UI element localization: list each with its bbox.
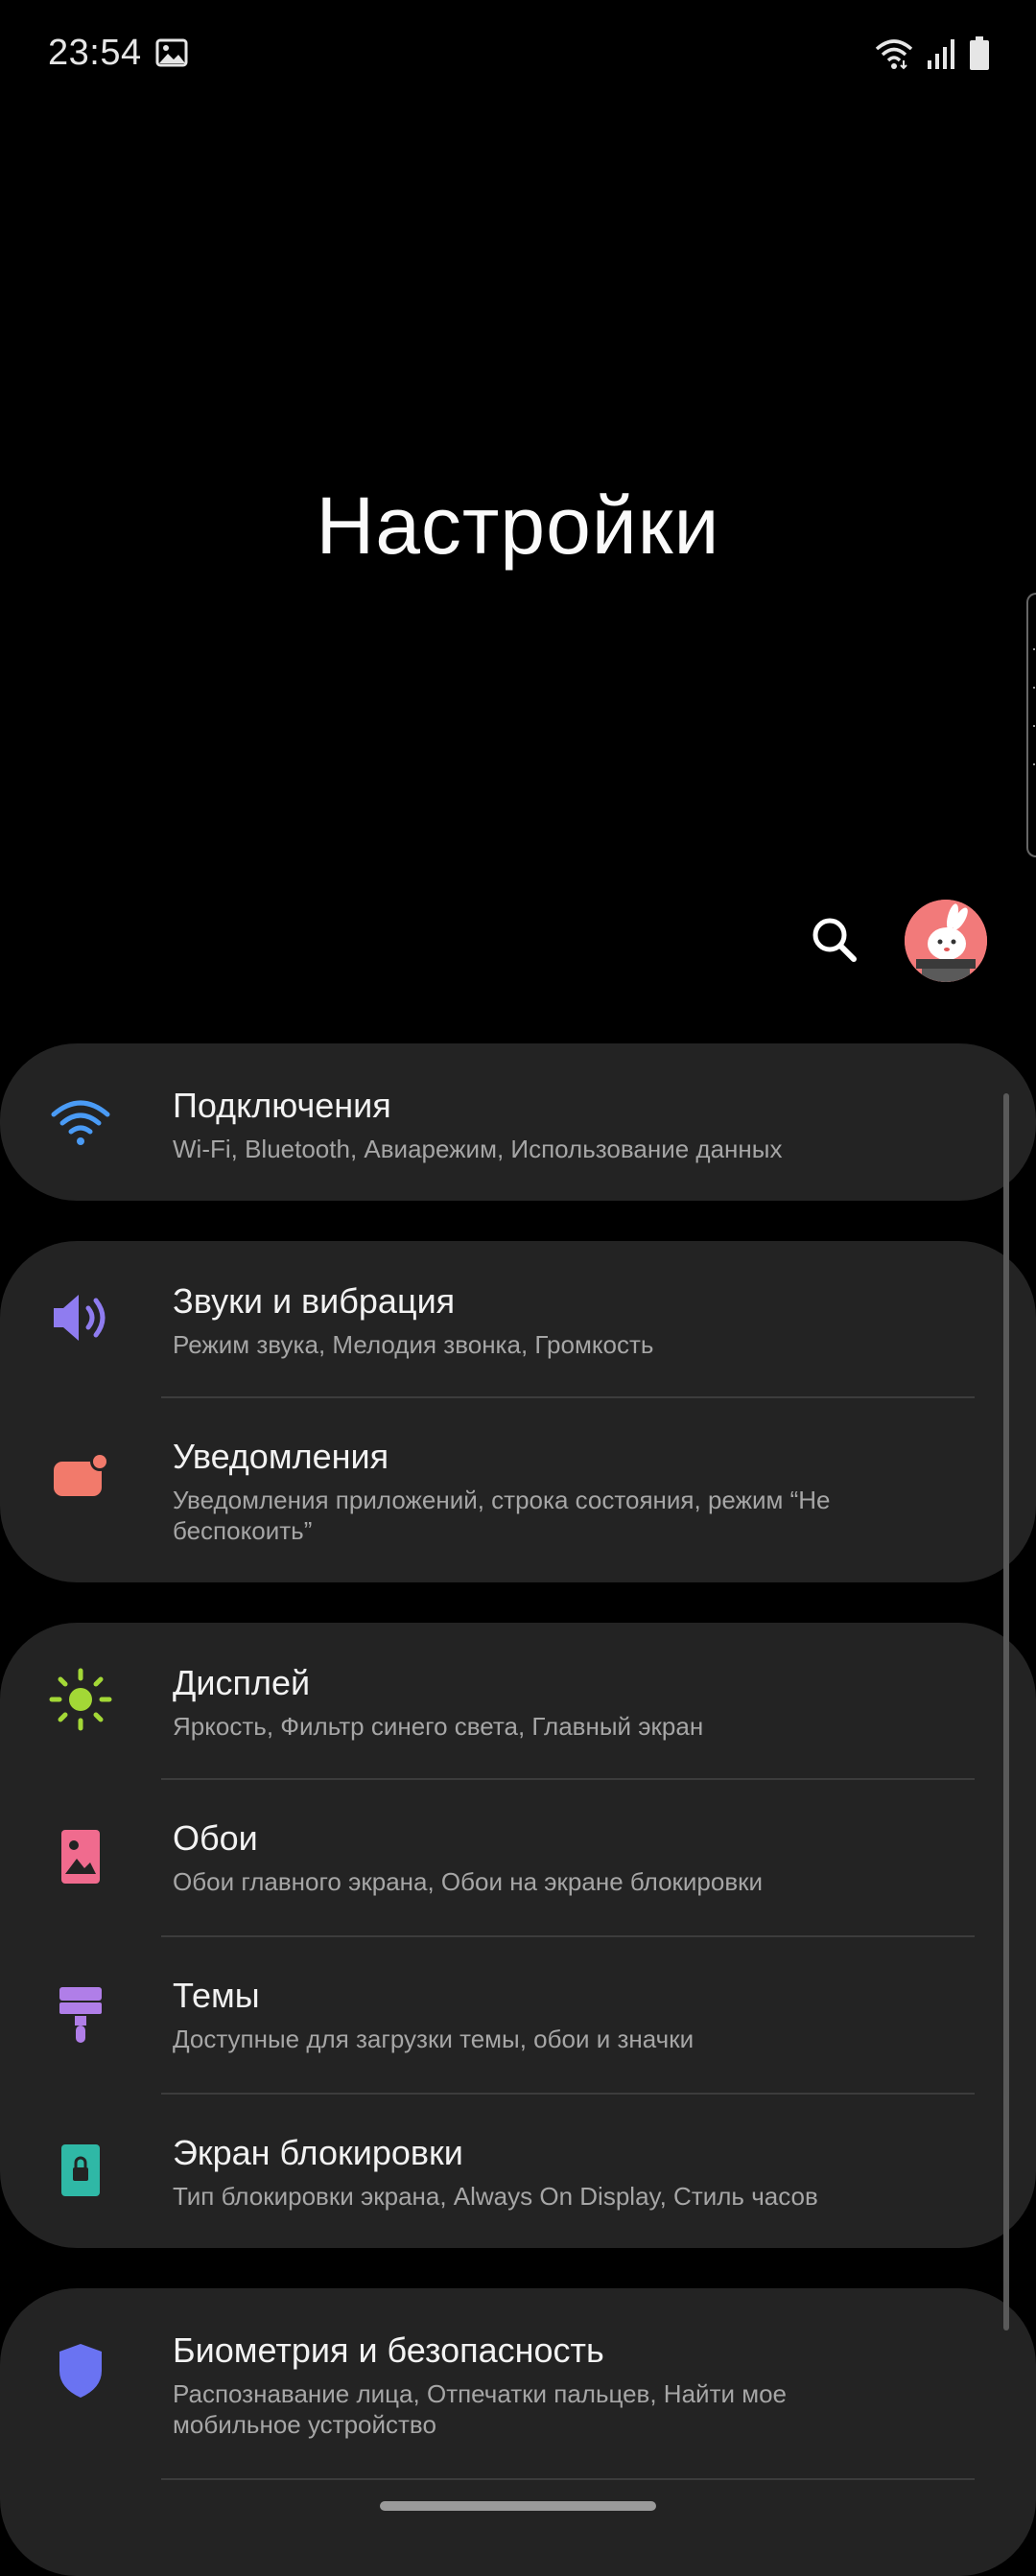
item-title: Подключения	[173, 1086, 391, 1125]
item-title: Темы	[173, 1976, 260, 2015]
page-title: Настройки	[316, 480, 720, 571]
settings-item-sounds[interactable]: Звуки и вибрация Режим звука, Мелодия зв…	[0, 1241, 1036, 1396]
signal-icon	[928, 39, 954, 69]
settings-group-display: Дисплей Яркость, Фильтр синего света, Гл…	[0, 1623, 1036, 2248]
home-gesture-bar[interactable]	[380, 2501, 656, 2511]
lock-icon	[61, 2144, 100, 2196]
item-title: Дисплей	[173, 1663, 311, 1702]
profile-avatar[interactable]	[905, 900, 987, 982]
status-bar: 23:54	[0, 0, 1036, 105]
sun-icon	[49, 1668, 112, 1731]
wifi-icon	[51, 1100, 110, 1145]
settings-item-notifications[interactable]: Уведомления Уведомления приложений, стро…	[0, 1398, 1036, 1582]
item-title: Обои	[173, 1818, 258, 1858]
scrollbar[interactable]	[1003, 1093, 1009, 2330]
battery-icon	[970, 36, 989, 70]
paintbrush-icon	[59, 1987, 102, 2043]
divider	[161, 2478, 975, 2480]
item-subtitle: Доступные для загрузки темы, обои и знач…	[173, 2025, 695, 2053]
wifi-icon	[875, 39, 913, 70]
rabbit-avatar-icon	[905, 900, 987, 982]
settings-group-connections: Подключения Wi-Fi, Bluetooth, Авиарежим,…	[0, 1043, 1036, 1201]
edge-panel-handle[interactable]	[1026, 593, 1036, 857]
item-subtitle: Уведомления приложений, строка состояния…	[173, 1486, 831, 1545]
speaker-icon	[54, 1295, 106, 1341]
item-subtitle: Wi-Fi, Bluetooth, Авиарежим, Использован…	[173, 1135, 783, 1163]
status-icons	[875, 35, 990, 73]
wallpaper-icon	[61, 1830, 100, 1884]
item-subtitle: Обои главного экрана, Обои на экране бло…	[173, 1867, 764, 1896]
settings-group-biometrics: Биометрия и безопасность Распознавание л…	[0, 2288, 1036, 2576]
settings-item-lockscreen[interactable]: Экран блокировки Тип блокировки экрана, …	[0, 2095, 1036, 2248]
item-subtitle: Тип блокировки экрана, Always On Display…	[173, 2182, 818, 2211]
item-subtitle: Режим звука, Мелодия звонка, Громкость	[173, 1330, 654, 1359]
settings-item-wallpaper[interactable]: Обои Обои главного экрана, Обои на экран…	[0, 1780, 1036, 1935]
item-title: Биометрия и безопасность	[173, 2330, 604, 2370]
settings-item-connections[interactable]: Подключения Wi-Fi, Bluetooth, Авиарежим,…	[0, 1043, 1036, 1201]
item-title: Экран блокировки	[173, 2133, 463, 2172]
item-subtitle: Яркость, Фильтр синего света, Главный эк…	[173, 1712, 704, 1741]
shield-icon	[59, 2344, 102, 2398]
settings-group-sounds: Звуки и вибрация Режим звука, Мелодия зв…	[0, 1241, 1036, 1582]
item-subtitle: Распознавание лица, Отпечатки пальцев, Н…	[173, 2379, 788, 2439]
image-icon	[155, 38, 188, 67]
search-icon[interactable]	[806, 911, 863, 969]
settings-item-biometrics[interactable]: Биометрия и безопасность Распознавание л…	[0, 2288, 1036, 2478]
item-title: Уведомления	[173, 1437, 389, 1476]
settings-item-display[interactable]: Дисплей Яркость, Фильтр синего света, Гл…	[0, 1623, 1036, 1778]
item-title: Звуки и вибрация	[173, 1281, 456, 1321]
settings-item-themes[interactable]: Темы Доступные для загрузки темы, обои и…	[0, 1937, 1036, 2093]
status-time: 23:54	[48, 33, 142, 73]
notification-icon	[54, 1452, 109, 1496]
